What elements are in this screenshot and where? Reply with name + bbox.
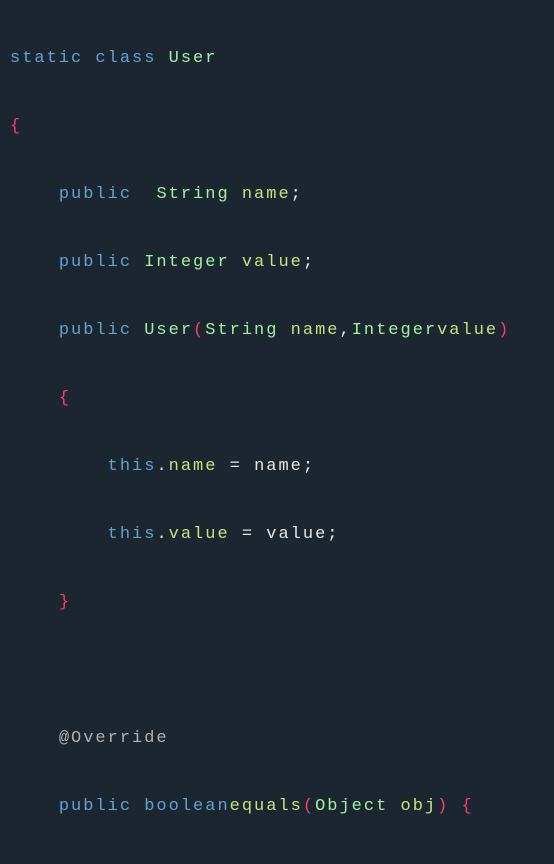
field-value: value [242,253,303,272]
keyword-public: public [59,253,132,272]
value-name: name [254,457,303,476]
paren-open: ( [193,321,205,340]
semicolon: ; [303,253,315,272]
brace-open: { [59,389,71,408]
annotation-override: @Override [59,729,169,748]
field-name: name [242,185,291,204]
type-object: Object [315,797,388,816]
paren-open: ( [303,797,315,816]
keyword-boolean: boolean [144,797,229,816]
keyword-class: class [95,49,156,68]
param-name: name [291,321,340,340]
equals-sign: = [242,525,254,544]
param-obj: obj [401,797,438,816]
keyword-public: public [59,797,132,816]
equals-sign: = [230,457,242,476]
paren-close: ) [437,797,449,816]
brace-open: { [462,797,474,816]
field-name: name [169,457,218,476]
value-value: value [266,525,327,544]
dot: . [156,525,168,544]
field-value: value [169,525,230,544]
code-block: static class User { public String name; … [0,0,554,864]
type-string: String [156,185,229,204]
comma: , [339,321,351,340]
type-integer: Integer [352,321,437,340]
dot: . [156,457,168,476]
brace-open: { [10,117,22,136]
keyword-public: public [59,321,132,340]
method-equals: equals [230,797,303,816]
constructor-name: User [144,321,193,340]
code-line: static class User [10,49,217,68]
keyword-static: static [10,49,83,68]
type-user: User [169,49,218,68]
semicolon: ; [291,185,303,204]
keyword-this: this [108,457,157,476]
type-string: String [205,321,278,340]
keyword-this: this [108,525,157,544]
param-value: value [437,321,498,340]
semicolon: ; [327,525,339,544]
paren-close: ) [498,321,510,340]
brace-close: } [59,593,71,612]
keyword-public: public [59,185,132,204]
semicolon: ; [303,457,315,476]
type-integer: Integer [144,253,229,272]
